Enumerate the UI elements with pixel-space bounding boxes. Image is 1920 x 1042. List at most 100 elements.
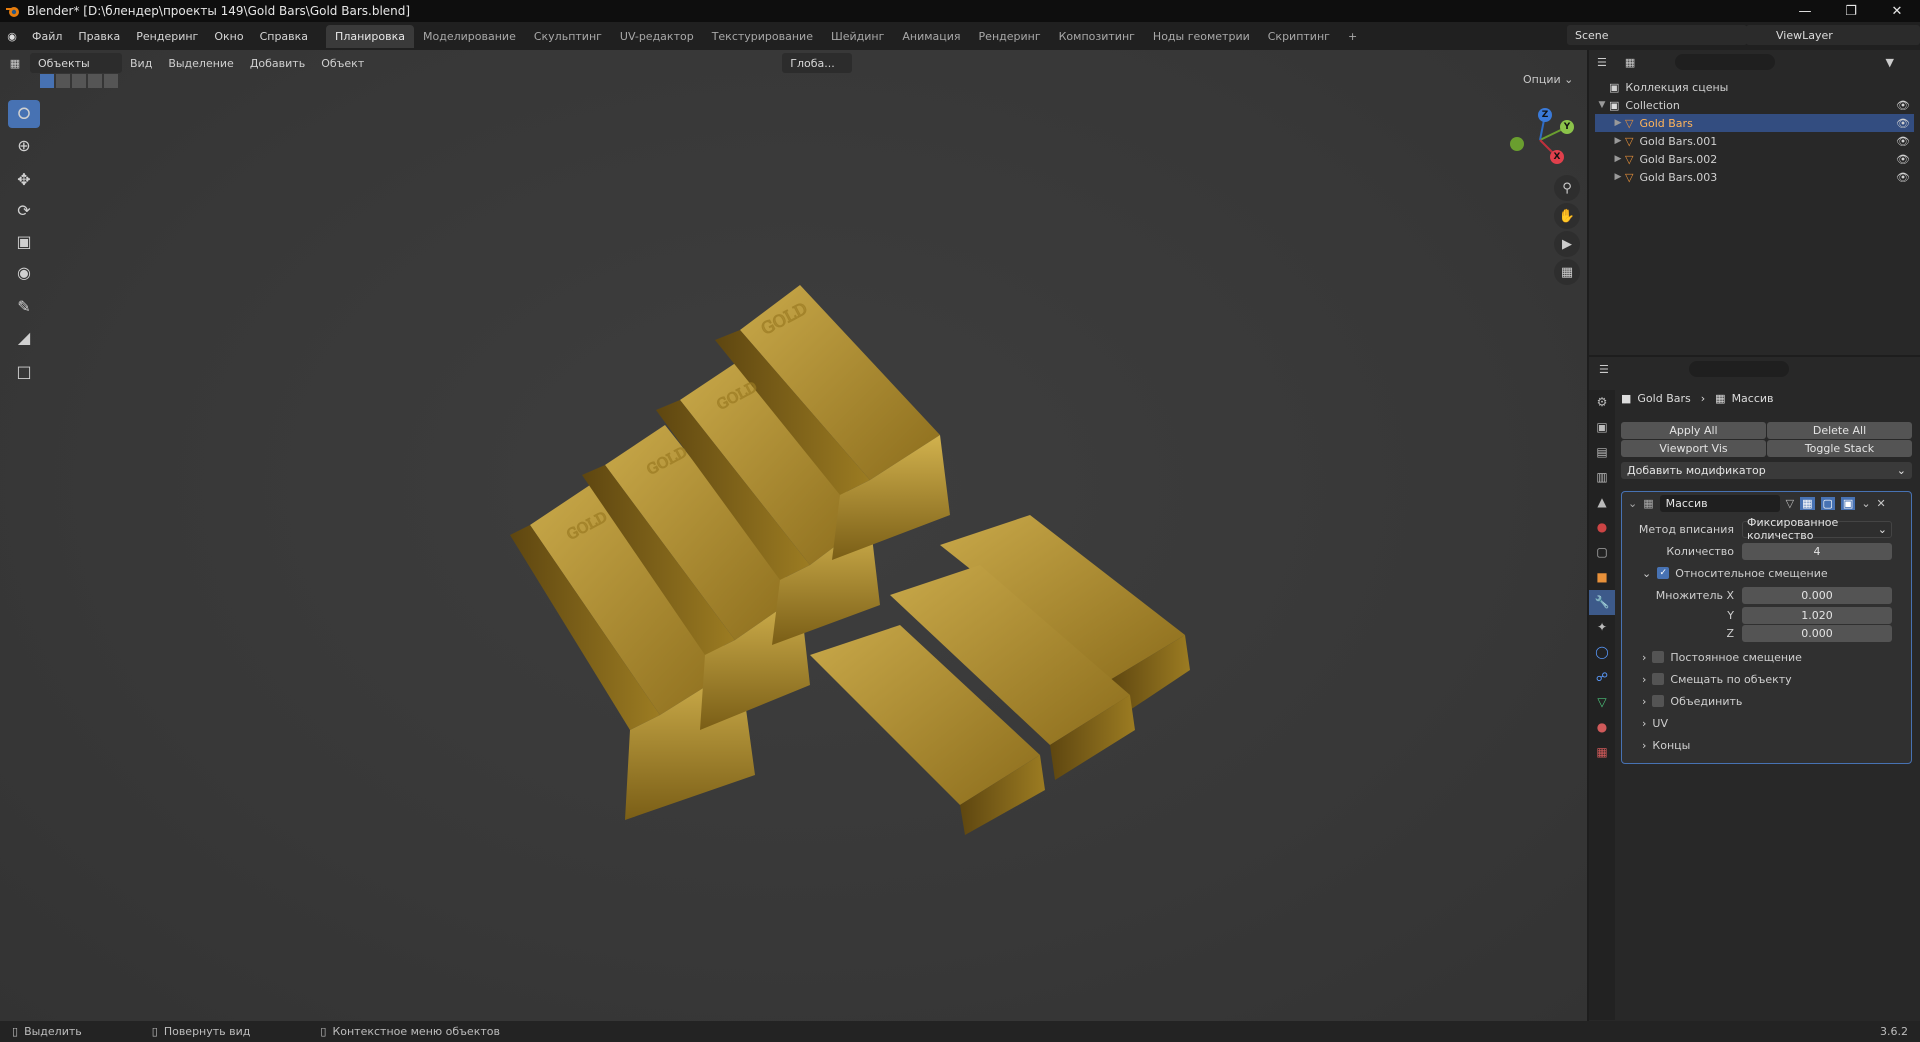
data-tab-icon[interactable]: ▽ <box>1589 690 1615 715</box>
particles-tab-icon[interactable]: ✦ <box>1589 615 1615 640</box>
viewport-display-icon[interactable]: ▢ <box>1820 496 1835 510</box>
collapse-chevron-icon[interactable]: ⌄ <box>1628 497 1637 510</box>
relative-offset-row[interactable]: ⌄ ✓ Относительное смещение <box>1630 562 1903 584</box>
tool-tab-icon[interactable]: ⚙ <box>1589 390 1615 415</box>
outliner-item-gold-bars-002[interactable]: ▶ ▽ Gold Bars.002 👁 <box>1595 150 1914 168</box>
scene-tab-icon[interactable]: ▲ <box>1589 490 1615 515</box>
object-offset-checkbox[interactable] <box>1652 673 1665 685</box>
scene-selector[interactable]: Scene <box>1567 25 1747 45</box>
menu-window[interactable]: Окно <box>206 30 251 43</box>
tab-layout[interactable]: Планировка <box>326 24 415 48</box>
zoom-icon[interactable]: ⚲ <box>1554 175 1580 201</box>
editor-type-icon[interactable]: ▦ <box>0 57 30 70</box>
subpanel-chevron-icon[interactable]: › <box>1642 717 1646 730</box>
menu-edit[interactable]: Правка <box>70 30 128 43</box>
tab-uv-editing[interactable]: UV-редактор <box>611 25 703 48</box>
delete-all-button[interactable]: Delete All <box>1767 422 1912 439</box>
annotate-tool-icon[interactable]: ✎ <box>8 292 40 320</box>
relative-offset-checkbox[interactable]: ✓ <box>1657 567 1670 579</box>
modifier-name-input[interactable]: Массив <box>1659 494 1780 512</box>
tab-texture-paint[interactable]: Текстурирование <box>703 25 822 48</box>
select-invert-icon[interactable] <box>88 74 102 88</box>
physics-tab-icon[interactable]: ◯ <box>1589 640 1615 665</box>
constant-offset-row[interactable]: › Постоянное смещение <box>1630 646 1903 668</box>
add-workspace-icon[interactable]: + <box>1339 25 1366 48</box>
maximize-icon[interactable]: ❐ <box>1828 4 1874 19</box>
viewport-vis-button[interactable]: Viewport Vis <box>1621 440 1766 457</box>
minimize-icon[interactable]: — <box>1782 4 1828 19</box>
properties-search-input[interactable] <box>1688 361 1789 377</box>
gizmo-neg-y[interactable] <box>1510 137 1524 151</box>
select-new-icon[interactable] <box>40 74 54 88</box>
tab-animation[interactable]: Анимация <box>893 25 969 48</box>
factor-x-field[interactable]: 0.000 <box>1742 586 1892 604</box>
expand-triangle-icon[interactable]: ▶ <box>1611 118 1625 128</box>
menu-render[interactable]: Рендеринг <box>128 30 206 43</box>
dropdown-arrow-icon[interactable]: ⌄ <box>1861 497 1870 510</box>
fit-type-select[interactable]: Фиксированное количество ⌄ <box>1742 516 1892 542</box>
add-cube-tool-icon[interactable]: □ <box>8 357 40 385</box>
merge-row[interactable]: › Объединить <box>1630 690 1903 712</box>
gizmo-y[interactable]: Y <box>1560 120 1574 134</box>
visibility-eye-icon[interactable]: 👁 <box>1896 117 1910 130</box>
visibility-eye-icon[interactable]: 👁 <box>1896 153 1910 166</box>
collection-row[interactable]: ▼ ▣ Collection 👁 <box>1595 96 1914 114</box>
menu-help[interactable]: Справка <box>252 30 316 43</box>
scene-collection-row[interactable]: ▣ Коллекция сцены <box>1595 78 1914 96</box>
outliner-item-gold-bars-001[interactable]: ▶ ▽ Gold Bars.001 👁 <box>1595 132 1914 150</box>
select-box-tool-icon[interactable]: ⭘ <box>8 100 40 128</box>
factor-z-field[interactable]: 0.000 <box>1742 624 1892 642</box>
remove-modifier-icon[interactable]: ✕ <box>1877 497 1886 510</box>
subpanel-chevron-icon[interactable]: › <box>1642 695 1646 708</box>
tab-shading[interactable]: Шейдинг <box>822 25 893 48</box>
view-layer-selector[interactable]: ViewLayer <box>1746 25 1920 45</box>
subpanel-chevron-icon[interactable]: › <box>1642 651 1646 664</box>
world-tab-icon[interactable]: ● <box>1589 515 1615 540</box>
tab-scripting[interactable]: Скриптинг <box>1259 25 1339 48</box>
close-icon[interactable]: ✕ <box>1874 4 1920 19</box>
render-camera-icon[interactable]: ▣ <box>1840 496 1856 510</box>
properties-editor-icon[interactable]: ☰ <box>1599 363 1609 376</box>
transform-orientation[interactable]: Глоба... <box>782 53 853 73</box>
mode-selector[interactable]: Объекты <box>30 53 122 73</box>
menu-object[interactable]: Объект <box>313 57 372 70</box>
perspective-grid-icon[interactable]: ▦ <box>1554 259 1580 285</box>
subpanel-chevron-icon[interactable]: › <box>1642 739 1646 752</box>
pan-hand-icon[interactable]: ✋ <box>1554 203 1580 229</box>
tab-rendering[interactable]: Рендеринг <box>970 25 1050 48</box>
blender-menu-icon[interactable]: ◉ <box>0 30 24 43</box>
subpanel-chevron-icon[interactable]: › <box>1642 673 1646 686</box>
menu-file[interactable]: Файл <box>24 30 70 43</box>
caps-row[interactable]: › Концы <box>1630 734 1903 756</box>
select-subtract-icon[interactable] <box>72 74 86 88</box>
select-extend-icon[interactable] <box>56 74 70 88</box>
scale-tool-icon[interactable]: ▣ <box>8 227 40 255</box>
object-offset-row[interactable]: › Смещать по объекту <box>1630 668 1903 690</box>
select-intersect-icon[interactable] <box>104 74 118 88</box>
render-tab-icon[interactable]: ▣ <box>1589 415 1615 440</box>
outliner-search-input[interactable] <box>1675 54 1776 70</box>
tab-sculpting[interactable]: Скульптинг <box>525 25 611 48</box>
filter-icon[interactable]: ▼ <box>1886 56 1894 69</box>
subpanel-chevron-icon[interactable]: ⌄ <box>1642 567 1651 580</box>
expand-triangle-icon[interactable]: ▶ <box>1611 136 1625 146</box>
gold-bars-model[interactable]: GOLD GOLD GOLD GOLD <box>510 275 1210 905</box>
tab-modeling[interactable]: Моделирование <box>414 25 525 48</box>
transform-tool-icon[interactable]: ◉ <box>8 258 40 286</box>
view-layer-tab-icon[interactable]: ▥ <box>1589 465 1615 490</box>
expand-triangle-icon[interactable]: ▶ <box>1611 172 1625 182</box>
camera-icon[interactable]: ▶ <box>1554 231 1580 257</box>
measure-tool-icon[interactable]: ◢ <box>8 323 40 351</box>
navigation-gizmo[interactable]: Z Y X <box>1505 105 1575 175</box>
options-dropdown[interactable]: Опции ⌄ <box>1523 73 1573 86</box>
toggle-stack-button[interactable]: Toggle Stack <box>1767 440 1912 457</box>
expand-triangle-icon[interactable]: ▶ <box>1611 154 1625 164</box>
edit-mode-toggle-icon[interactable]: ▽ <box>1786 497 1794 510</box>
visibility-eye-icon[interactable]: 👁 <box>1896 99 1910 112</box>
display-mode-icon[interactable]: ▦ <box>1625 56 1635 69</box>
add-modifier-dropdown[interactable]: Добавить модификатор ⌄ <box>1621 462 1912 479</box>
material-tab-icon[interactable]: ● <box>1589 715 1615 740</box>
outliner-editor-icon[interactable]: ☰ <box>1597 56 1607 69</box>
gizmo-z[interactable]: Z <box>1538 108 1552 122</box>
outliner-item-gold-bars-003[interactable]: ▶ ▽ Gold Bars.003 👁 <box>1595 168 1914 186</box>
